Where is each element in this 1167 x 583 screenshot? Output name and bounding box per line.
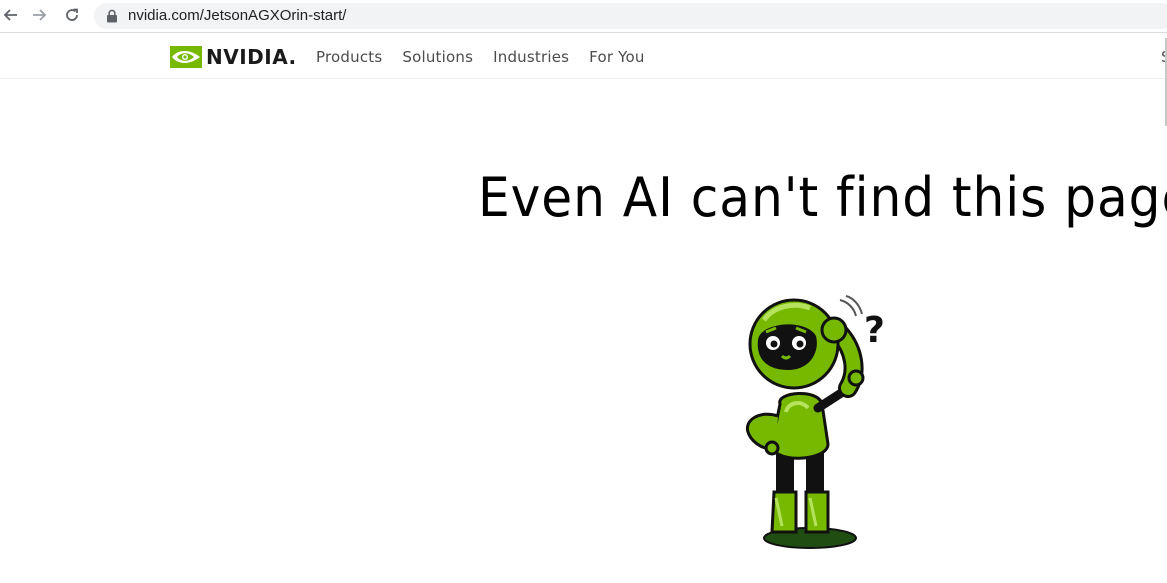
error-headline: Even AI can't find this page!	[478, 166, 1167, 229]
nvidia-logo[interactable]: NVIDIA.	[170, 44, 297, 70]
lock-icon[interactable]	[106, 9, 120, 23]
nav-item-industries[interactable]: Industries	[493, 48, 569, 66]
nvidia-eye-icon	[170, 46, 202, 68]
confused-robot-illustration: ?	[730, 292, 900, 554]
address-bar[interactable]: nvidia.com/JetsonAGXOrin-start/	[94, 3, 1167, 29]
url-text[interactable]: nvidia.com/JetsonAGXOrin-start/	[128, 7, 346, 24]
main-nav: Products Solutions Industries For You	[316, 48, 645, 66]
logo-wordmark: NVIDIA.	[206, 45, 297, 69]
nav-item-solutions[interactable]: Solutions	[402, 48, 473, 66]
site-header: NVIDIA. Products Solutions Industries Fo…	[0, 38, 1167, 79]
nav-item-products[interactable]: Products	[316, 48, 382, 66]
question-mark-icon: ?	[864, 310, 885, 351]
nav-item-for-you[interactable]: For You	[589, 48, 644, 66]
arrow-left-icon[interactable]	[0, 4, 22, 26]
reload-icon[interactable]	[61, 4, 83, 26]
arrow-right-icon[interactable]	[28, 4, 50, 26]
browser-toolbar: nvidia.com/JetsonAGXOrin-start/	[0, 0, 1167, 33]
